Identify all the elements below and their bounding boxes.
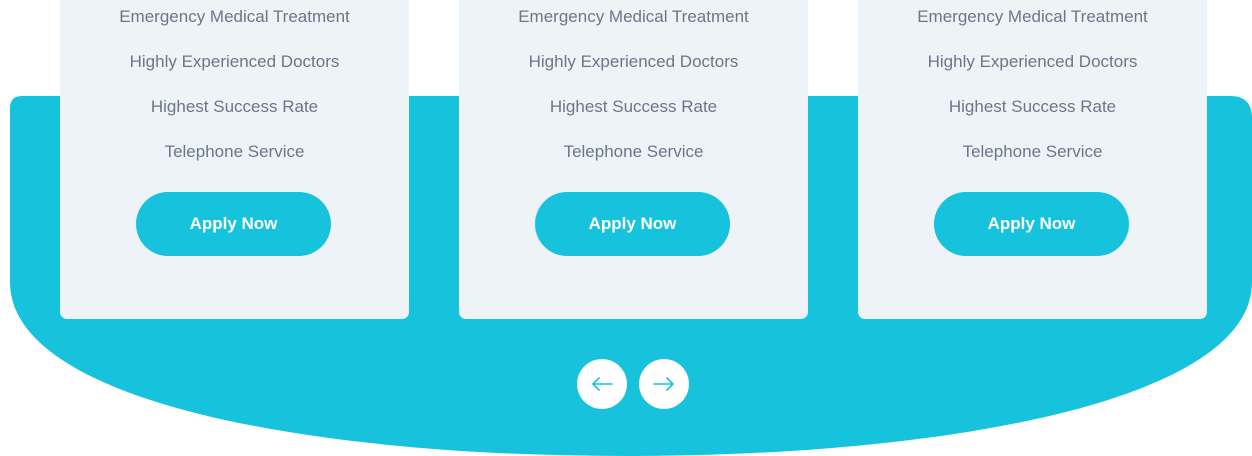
arrow-right-icon [653, 377, 675, 391]
feature-item: Highest Success Rate [549, 97, 718, 116]
arrow-left-icon [591, 377, 613, 391]
feature-item: Telephone Service [164, 142, 305, 161]
feature-item: Highly Experienced Doctors [528, 52, 739, 71]
pricing-card: Emergency Medical Treatment Highly Exper… [459, 0, 808, 319]
feature-item: Highly Experienced Doctors [927, 52, 1138, 71]
feature-item: Telephone Service [563, 142, 704, 161]
apply-now-button[interactable]: Apply Now [136, 192, 331, 256]
carousel-prev-button[interactable] [577, 359, 627, 409]
feature-item: Emergency Medical Treatment [518, 7, 749, 26]
feature-item: Highly Experienced Doctors [129, 52, 340, 71]
pricing-card: Emergency Medical Treatment Highly Exper… [60, 0, 409, 319]
carousel-next-button[interactable] [639, 359, 689, 409]
pricing-section: Emergency Medical Treatment Highly Exper… [0, 0, 1252, 456]
pricing-card: Emergency Medical Treatment Highly Exper… [858, 0, 1207, 319]
feature-item: Highest Success Rate [150, 97, 319, 116]
feature-item: Highest Success Rate [948, 97, 1117, 116]
feature-item: Emergency Medical Treatment [119, 7, 350, 26]
apply-now-button[interactable]: Apply Now [535, 192, 730, 256]
feature-item: Emergency Medical Treatment [917, 7, 1148, 26]
feature-item: Telephone Service [962, 142, 1103, 161]
apply-now-button[interactable]: Apply Now [934, 192, 1129, 256]
